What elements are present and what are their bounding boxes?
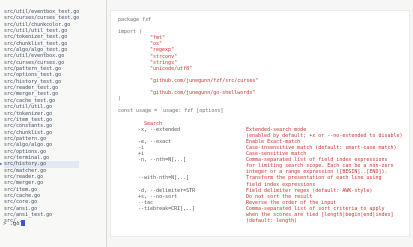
option-description: field index expressions [246, 181, 316, 188]
command-prompt: > [3, 221, 7, 227]
option-description: Comma-separated list of field index expr… [246, 157, 388, 164]
option-description: Transform the presentation of each line … [246, 175, 382, 182]
code-view: package fzf import ( "fmt" "os" "regexp" "s… [118, 17, 403, 224]
option-description: Reverse the order of the input [246, 199, 337, 206]
import-list: "fmt" "os" "regexp" "strconv" "strings" "unic… [118, 35, 403, 96]
option-description: Extended-search mode [246, 126, 307, 133]
file-list[interactable]: src/util/eventbox_test.go src/curses/curs… [0, 9, 80, 225]
option-description: Do not sort the result [246, 193, 313, 200]
usage-options: -x, --extended Extended-search mode (enabl… [118, 127, 403, 225]
option-description: Field delimiter regex (default: AWK-styl… [246, 187, 373, 194]
option-description: Comma-separated list of sort criteria to… [246, 205, 385, 212]
text-cursor [20, 220, 25, 226]
file-list-pane[interactable]: src/util/eventbox_test.go src/curses/curs… [0, 0, 106, 247]
terminal-window: src/util/eventbox_test.go src/curses/curs… [0, 0, 413, 247]
pane-divider[interactable] [106, 0, 107, 247]
option-description: (default: length) [246, 218, 298, 225]
option-description: (enabled by default; +x or --no-extended… [246, 132, 403, 139]
option-description: Case-insensitive match (default: smart-c… [246, 144, 397, 151]
option-description: Enable Exact-match [246, 138, 301, 145]
option-description: for limiting search scope. Each can be a… [246, 163, 394, 170]
usage-option-line: (default: length) [118, 218, 403, 224]
option-description: Case-sensitive match [246, 151, 307, 158]
option-description: when the scores are tied [length|begin|e… [246, 212, 394, 218]
preview-pane[interactable]: package fzf import ( "fmt" "os" "regexp" "s… [110, 10, 410, 237]
command-line[interactable]: > .go [3, 220, 25, 227]
command-input[interactable]: .go [10, 221, 20, 227]
option-description: integer or a range expression ([BEGIN]..… [246, 169, 388, 176]
